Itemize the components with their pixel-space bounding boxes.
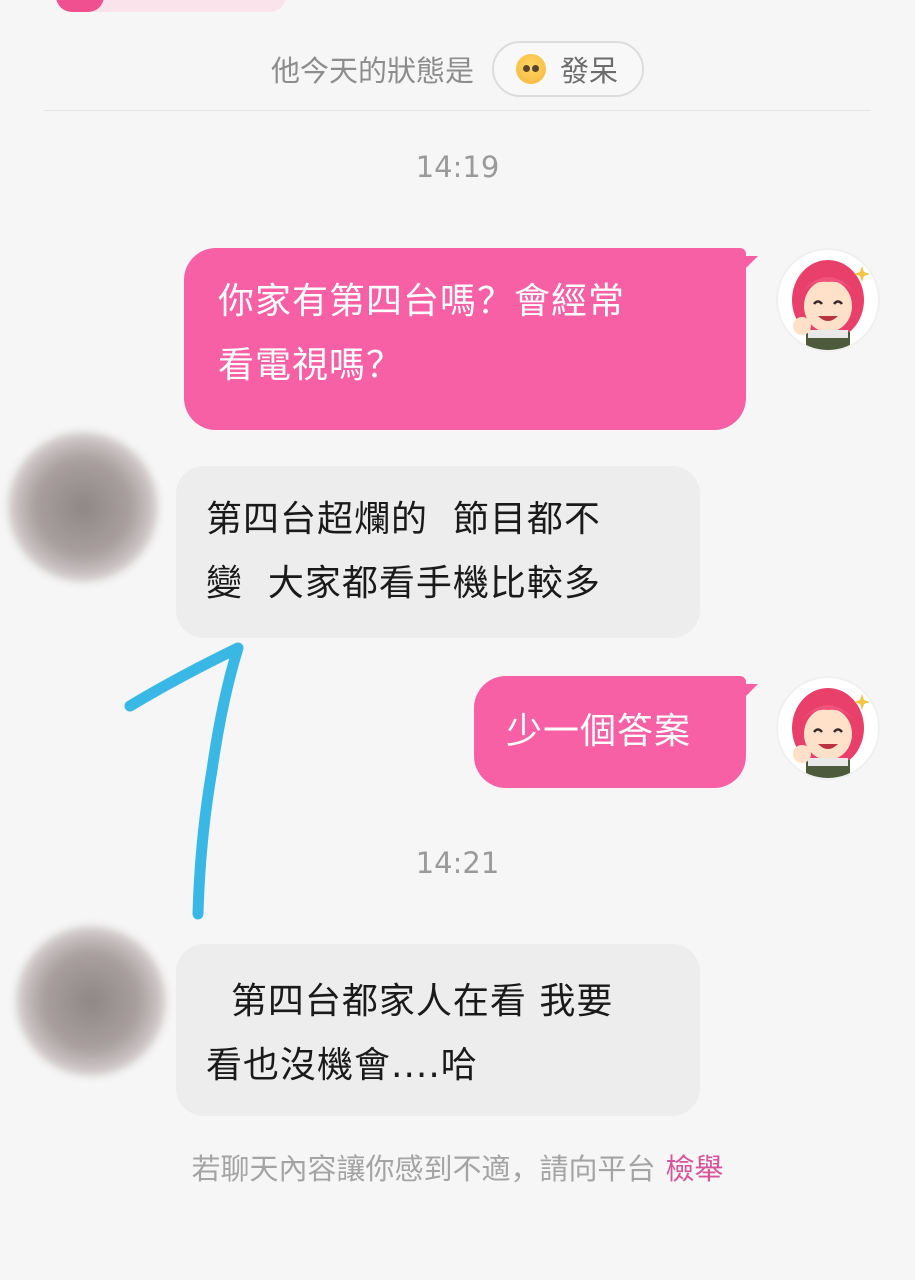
report-link[interactable]: 檢舉: [666, 1152, 724, 1186]
handwritten-annotation-stroke: [124, 642, 244, 920]
report-notice-text: 若聊天內容讓你感到不適，請向平台: [191, 1152, 656, 1186]
report-notice: 若聊天內容讓你感到不適，請向平台 檢舉: [0, 1146, 915, 1188]
chat-screen: 他今天的狀態是 發呆 14:19 你家有第四台嗎？會經常 看電視嗎？ 第四台超爛…: [0, 0, 915, 1280]
